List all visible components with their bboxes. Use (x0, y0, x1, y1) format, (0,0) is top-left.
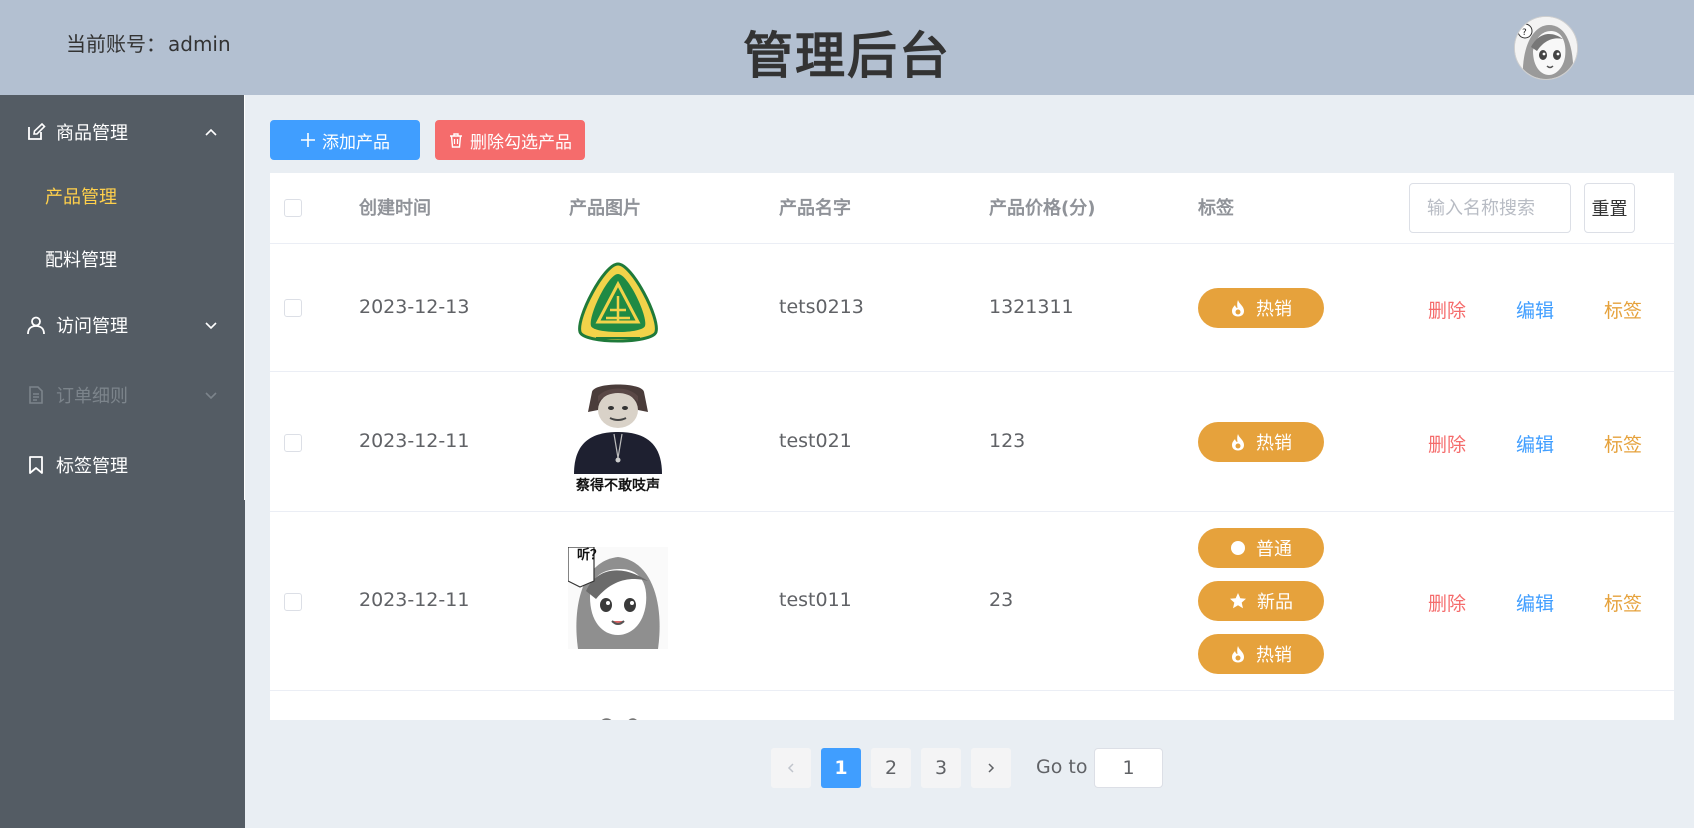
sidebar-divider (244, 95, 245, 500)
reset-button[interactable]: 重置 (1584, 183, 1635, 233)
tag-button[interactable]: 标签 (1604, 589, 1642, 616)
tag-new-button[interactable]: 新品 (1198, 581, 1324, 621)
sidebar-item-label: 商品管理 (56, 123, 128, 144)
tag-label: 普通 (1256, 539, 1292, 560)
edit-icon (26, 122, 46, 142)
sidebar-item-label: 访问管理 (56, 316, 128, 337)
product-price: 1321311 (989, 296, 1074, 318)
flame-icon (1230, 645, 1246, 663)
goto-page-input[interactable] (1094, 748, 1163, 788)
table-row: 2023-12-11 蔡得不敢吱声 test021 123 热销 删除 编辑 标… (270, 372, 1674, 512)
user-icon (26, 315, 46, 335)
page-button-1[interactable]: 1 (821, 748, 861, 788)
created-date: 2023-12-13 (359, 296, 470, 318)
flame-icon (1230, 433, 1246, 451)
page-button-2[interactable]: 2 (871, 748, 911, 788)
tag-label: 新品 (1257, 592, 1293, 613)
trash-icon (448, 132, 464, 148)
tag-hot-button[interactable]: 热销 (1198, 634, 1324, 674)
edit-button[interactable]: 编辑 (1516, 589, 1554, 616)
tag-button[interactable]: 标签 (1604, 430, 1642, 457)
delete-selected-label: 删除勾选产品 (470, 132, 572, 153)
sidebar-item-label: 标签管理 (56, 456, 128, 477)
sidebar-item-tags[interactable]: 标签管理 (0, 437, 244, 493)
table-row (270, 691, 1674, 720)
svg-text:?: ? (1522, 28, 1527, 38)
circle-icon (1230, 540, 1246, 556)
document-icon (26, 385, 46, 405)
edit-button[interactable]: 编辑 (1516, 296, 1554, 323)
product-name: test021 (779, 430, 852, 452)
sidebar-item-product-management[interactable]: 产品管理 (0, 168, 244, 224)
column-header-image: 产品图片 (569, 198, 641, 219)
chevron-right-icon (988, 763, 995, 773)
row-checkbox[interactable] (284, 299, 302, 317)
sidebar: 商品管理 产品管理 配料管理 访问管理 订单细则 标签管理 (0, 95, 245, 828)
sidebar-item-label: 订单细则 (56, 386, 128, 407)
delete-button[interactable]: 删除 (1428, 430, 1466, 457)
table-header: 创建时间 产品图片 产品名字 产品价格(分) 标签 重置 (270, 173, 1674, 244)
product-image (568, 711, 668, 720)
prev-page-button[interactable] (771, 748, 811, 788)
sidebar-item-label: 配料管理 (45, 250, 117, 271)
delete-selected-button[interactable]: 删除勾选产品 (435, 120, 585, 160)
image-caption: 蔡得不敢吱声 (576, 478, 660, 494)
tag-normal-button[interactable]: 普通 (1198, 528, 1324, 568)
product-table: 创建时间 产品图片 产品名字 产品价格(分) 标签 重置 2023-12-13 … (270, 173, 1674, 720)
sidebar-item-access[interactable]: 访问管理 (0, 297, 244, 353)
delete-button[interactable]: 删除 (1428, 296, 1466, 323)
product-image (568, 260, 668, 354)
column-header-price: 产品价格(分) (989, 198, 1096, 219)
add-product-label: 添加产品 (322, 132, 390, 153)
star-icon (1229, 592, 1247, 610)
chevron-up-icon (205, 128, 217, 136)
sidebar-item-ingredient-management[interactable]: 配料管理 (0, 231, 244, 287)
chevron-down-icon (205, 322, 217, 330)
edit-button[interactable]: 编辑 (1516, 430, 1554, 457)
goto-label: Go to (1036, 756, 1088, 778)
created-date: 2023-12-11 (359, 589, 470, 611)
next-page-button[interactable] (971, 748, 1011, 788)
tag-hot-button[interactable]: 热销 (1198, 288, 1324, 328)
page-title: 管理后台 (743, 27, 951, 85)
column-header-tags: 标签 (1198, 198, 1234, 219)
row-checkbox[interactable] (284, 593, 302, 611)
sidebar-item-order-rules: 订单细则 (0, 367, 244, 423)
search-input[interactable] (1409, 183, 1571, 233)
tag-button[interactable]: 标签 (1604, 296, 1642, 323)
delete-button[interactable]: 删除 (1428, 589, 1466, 616)
product-name: test011 (779, 589, 852, 611)
page-button-3[interactable]: 3 (921, 748, 961, 788)
tag-label: 热销 (1256, 433, 1292, 454)
plus-icon (300, 132, 316, 148)
tag-label: 热销 (1256, 645, 1292, 666)
product-price: 123 (989, 430, 1026, 452)
avatar-image: ? (1515, 17, 1577, 79)
tag-hot-button[interactable]: 热销 (1198, 422, 1324, 462)
column-header-created: 创建时间 (359, 198, 431, 219)
chevron-down-icon (205, 392, 217, 400)
table-row: 2023-12-11 听？ test011 23 普通 新品 热销 删除 编辑 … (270, 512, 1674, 691)
row-checkbox[interactable] (284, 434, 302, 452)
avatar[interactable]: ? (1514, 16, 1578, 80)
sidebar-item-products[interactable]: 商品管理 (0, 104, 244, 160)
tag-label: 热销 (1256, 299, 1292, 320)
sidebar-item-label: 产品管理 (45, 187, 117, 208)
select-all-checkbox[interactable] (284, 199, 302, 217)
table-row: 2023-12-13 tets0213 1321311 热销 删除 编辑 标签 (270, 244, 1674, 372)
chevron-left-icon (787, 763, 794, 773)
add-product-button[interactable]: 添加产品 (270, 120, 420, 160)
flame-icon (1230, 299, 1246, 317)
product-image: 听？ (567, 546, 668, 653)
product-image: 蔡得不敢吱声 (568, 382, 668, 494)
created-date: 2023-12-11 (359, 430, 470, 452)
header-bar: 当前账号： admin 管理后台 ? (0, 0, 1694, 95)
product-name: tets0213 (779, 296, 864, 318)
bookmark-icon (26, 455, 46, 475)
image-caption: 听？ (577, 548, 604, 563)
column-header-name: 产品名字 (779, 198, 851, 219)
product-price: 23 (989, 589, 1014, 611)
